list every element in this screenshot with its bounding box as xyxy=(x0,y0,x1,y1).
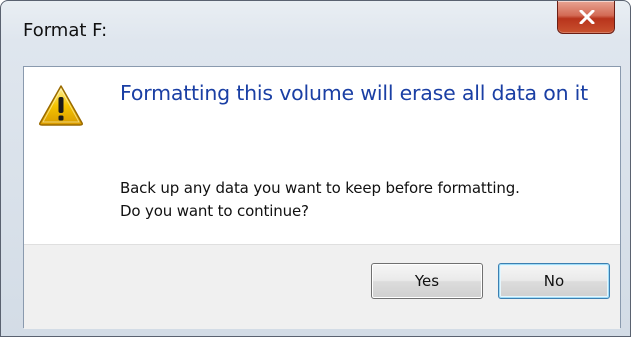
content-line-2: Do you want to continue? xyxy=(120,202,309,220)
window-title: Format F: xyxy=(23,20,108,41)
dialog-body: Formatting this volume will erase all da… xyxy=(23,66,621,329)
content-text: Back up any data you want to keep before… xyxy=(120,177,620,223)
no-button[interactable]: No xyxy=(498,263,610,299)
button-bar: Yes No xyxy=(24,244,620,329)
main-instruction: Formatting this volume will erase all da… xyxy=(120,81,589,105)
title-bar[interactable]: Format F: xyxy=(1,1,630,67)
yes-button[interactable]: Yes xyxy=(371,263,483,299)
close-button[interactable] xyxy=(557,1,615,34)
close-icon xyxy=(579,10,595,24)
warning-icon xyxy=(39,85,83,126)
content-line-1: Back up any data you want to keep before… xyxy=(120,179,520,197)
dialog-window: Format F: Formatting this volume will er… xyxy=(0,0,631,337)
